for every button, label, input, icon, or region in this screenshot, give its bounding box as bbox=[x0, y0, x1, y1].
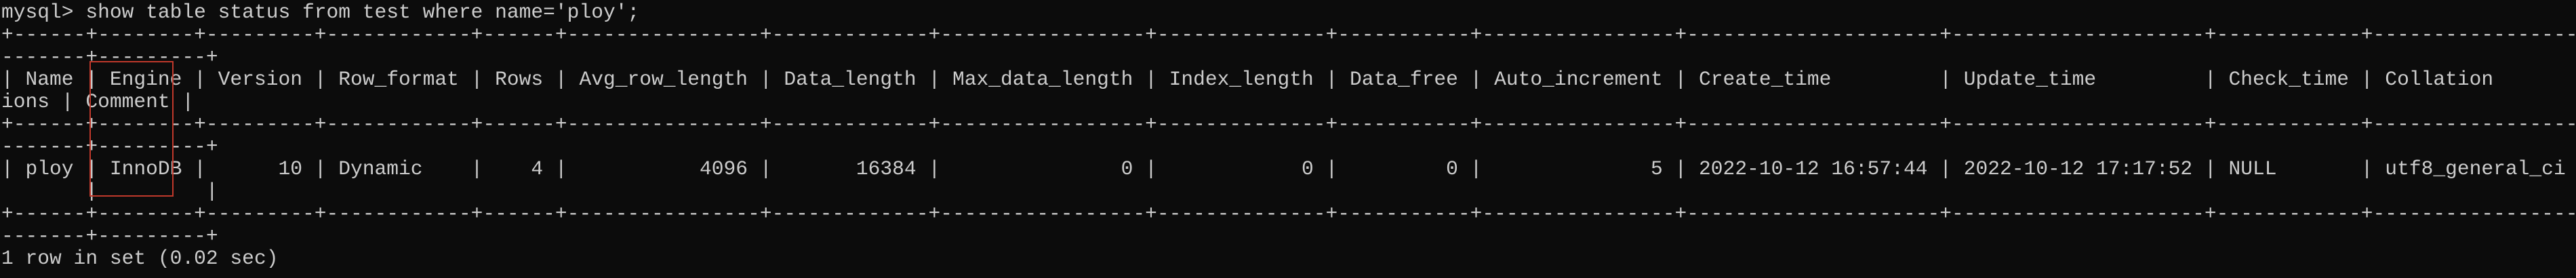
terminal-window[interactable]: mysql> show table status from test where… bbox=[0, 0, 2576, 278]
table-header-row: | Name | Engine | Version | Row_format |… bbox=[1, 68, 2576, 91]
table-row-wrap: | | bbox=[1, 180, 218, 203]
table-border-bottom: +------+--------+---------+------------+… bbox=[1, 202, 2576, 225]
result-summary: 1 row in set (0.02 sec) bbox=[1, 247, 279, 270]
table-header-row-wrap: ions | Comment | bbox=[1, 90, 195, 113]
command-line: mysql> show table status from test where… bbox=[1, 1, 640, 24]
terminal-output: mysql> show table status from test where… bbox=[0, 0, 2576, 270]
table-border-top: +------+--------+---------+------------+… bbox=[1, 23, 2576, 46]
table-border-top-wrap: -------+---------+ bbox=[1, 45, 218, 68]
table-border-mid: +------+--------+---------+------------+… bbox=[1, 113, 2576, 136]
table-row: | ploy | InnoDB | 10 | Dynamic | 4 | 409… bbox=[1, 157, 2576, 180]
table-border-bottom-wrap: -------+---------+ bbox=[1, 224, 218, 247]
table-border-mid-wrap: -------+---------+ bbox=[1, 135, 218, 158]
